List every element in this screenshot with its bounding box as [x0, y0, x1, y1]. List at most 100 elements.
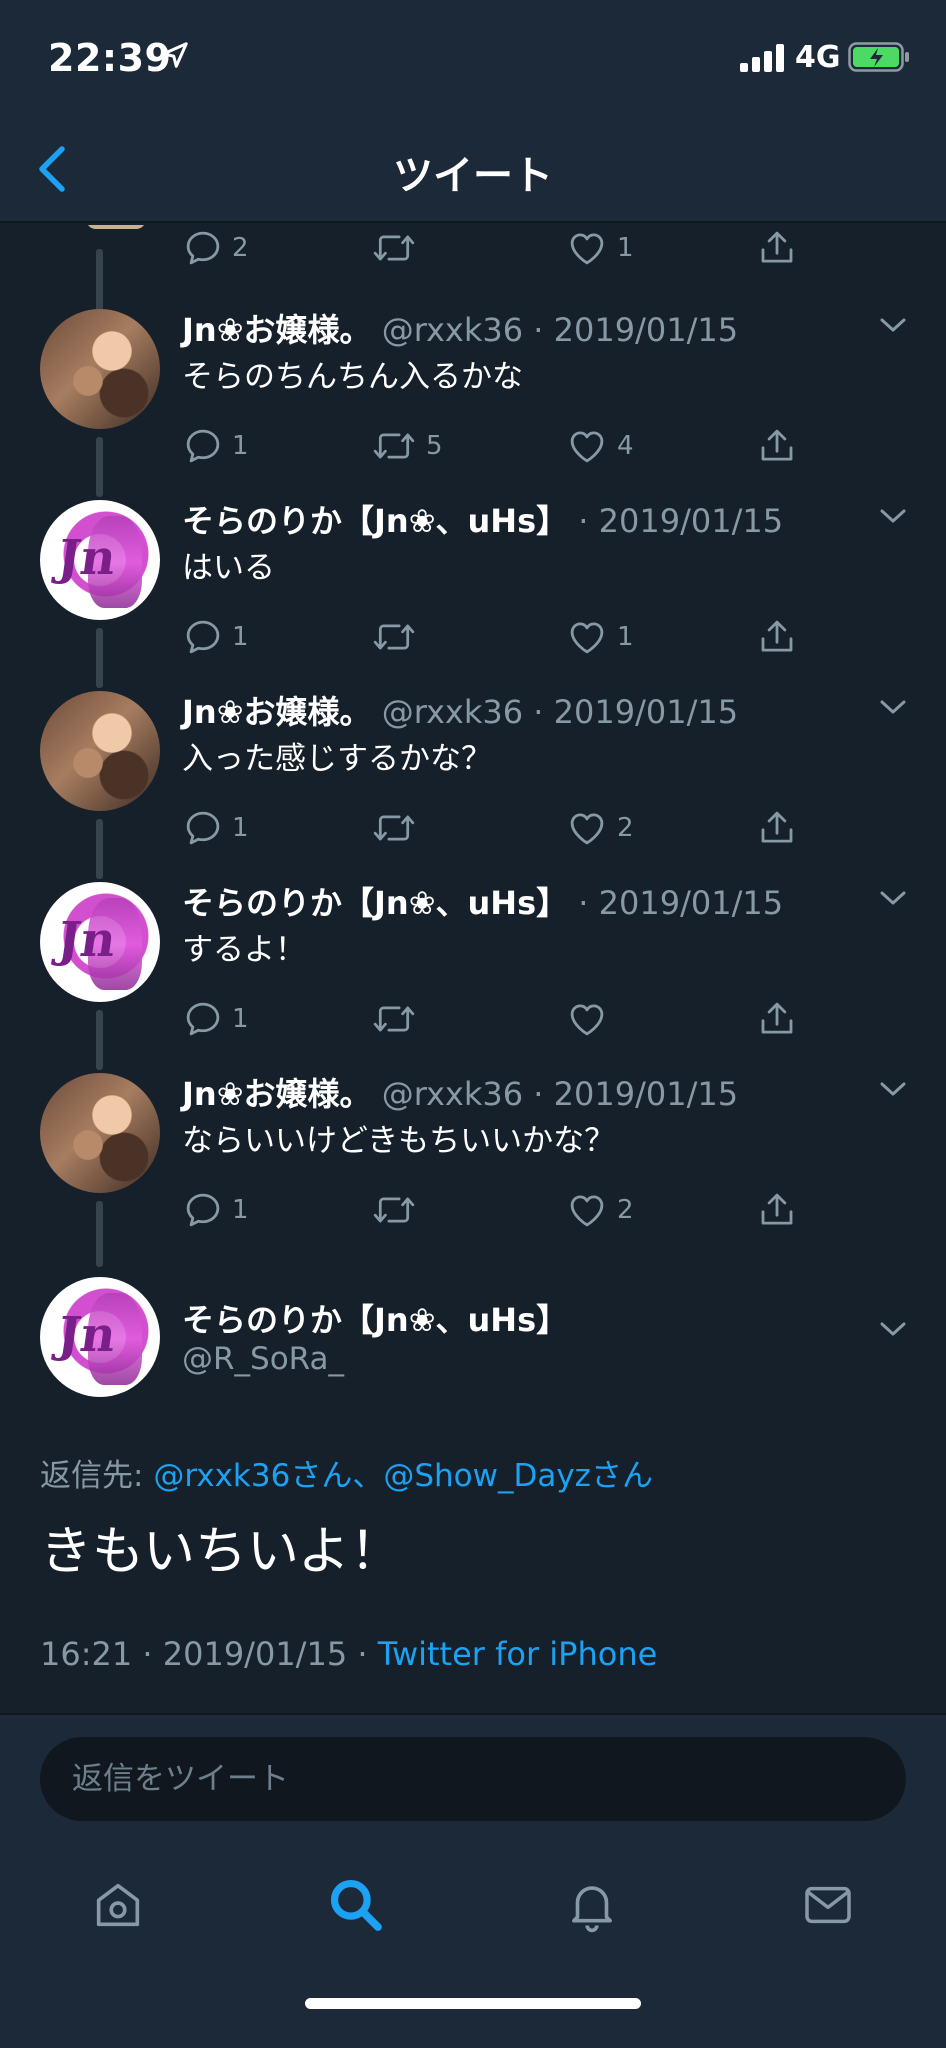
- chevron-down-icon[interactable]: [878, 1079, 908, 1099]
- like-count: 2: [617, 813, 634, 843]
- tweet-meta: · 2019/01/15: [578, 502, 784, 540]
- chevron-down-icon[interactable]: [878, 888, 908, 908]
- reply-to-users[interactable]: @rxxk36さん、@Show_Dayzさん: [153, 1458, 653, 1494]
- retweet-icon: [373, 624, 415, 650]
- tweet-actions: 1 5 4: [182, 423, 802, 473]
- like-count: 1: [617, 622, 634, 652]
- heart-icon: [570, 813, 604, 845]
- location-arrow-icon: [162, 42, 188, 68]
- user-name[interactable]: Jn❀お嬢様。: [182, 311, 372, 349]
- tab-search[interactable]: [316, 1865, 396, 1945]
- retweet-button[interactable]: [370, 996, 426, 1042]
- like-button[interactable]: 4: [565, 423, 634, 469]
- tweet-meta: · 2019/01/15: [578, 884, 784, 922]
- user-name[interactable]: Jn❀お嬢様。: [182, 1075, 372, 1113]
- share-button[interactable]: [756, 225, 798, 271]
- thread-line: [96, 1010, 103, 1070]
- chevron-down-icon[interactable]: [878, 697, 908, 717]
- tweet-meta: @rxxk36 · 2019/01/15: [381, 311, 739, 349]
- avatar[interactable]: Jn: [40, 882, 160, 1002]
- user-name[interactable]: Jn❀お嬢様。: [182, 693, 372, 731]
- share-button[interactable]: [756, 996, 798, 1042]
- retweet-button[interactable]: 5: [370, 423, 443, 469]
- chevron-down-icon[interactable]: [878, 506, 908, 526]
- status-bar: 22:39 4G: [0, 0, 946, 115]
- reply-icon: [186, 429, 220, 463]
- share-button[interactable]: [756, 423, 798, 469]
- reply-count: 1: [232, 1195, 249, 1225]
- tweet-meta: @rxxk36 · 2019/01/15: [381, 693, 739, 731]
- tab-messages[interactable]: [788, 1865, 868, 1945]
- reply-button[interactable]: 1: [182, 996, 249, 1042]
- like-button[interactable]: 1: [565, 614, 634, 660]
- retweet-button[interactable]: [370, 805, 426, 851]
- avatar[interactable]: Jn: [40, 500, 160, 620]
- main-avatar[interactable]: Jn: [40, 1277, 160, 1397]
- avatar-emblem: Jn: [54, 1307, 120, 1363]
- tweet-text: するよ！: [182, 932, 306, 968]
- retweet-count: 5: [426, 431, 443, 461]
- like-button[interactable]: [565, 996, 617, 1042]
- reply-to: 返信先: @rxxk36さん、@Show_Dayzさん: [40, 1450, 653, 1495]
- home-indicator[interactable]: [305, 1998, 641, 2009]
- reply-button[interactable]: 1: [182, 614, 249, 660]
- tweet-actions: 1 2: [182, 805, 802, 855]
- reply-count: 1: [232, 813, 249, 843]
- conversation-thread[interactable]: 2 1 Jn❀お嬢様。 @rxxk36 · 2019/01/15 そらのちんちん…: [0, 225, 946, 1713]
- like-count: 1: [617, 233, 634, 263]
- nav-bar: ツイート: [0, 115, 946, 223]
- retweet-icon: [373, 1197, 415, 1223]
- reply-input[interactable]: [40, 1737, 906, 1821]
- retweet-icon: [373, 235, 415, 261]
- network-type: 4G: [795, 40, 841, 75]
- like-count: 2: [617, 1195, 634, 1225]
- main-user-name[interactable]: そらのりか【Jn❀、uHs】: [182, 1295, 568, 1341]
- user-name[interactable]: そらのりか【Jn❀、uHs】: [182, 884, 568, 922]
- like-button[interactable]: 1: [565, 225, 634, 271]
- retweet-button[interactable]: [370, 1187, 426, 1233]
- reply-count: 1: [232, 1004, 249, 1034]
- avatar[interactable]: [40, 309, 160, 429]
- bell-icon: [572, 1886, 612, 1933]
- share-icon: [761, 231, 793, 263]
- retweet-button[interactable]: [370, 225, 426, 271]
- reply-count: 1: [232, 622, 249, 652]
- avatar[interactable]: [40, 691, 160, 811]
- tweet-text: はいる: [182, 550, 275, 586]
- reply-button[interactable]: 1: [182, 423, 249, 469]
- timestamp-text: 16:21 · 2019/01/15 ·: [40, 1635, 378, 1673]
- tweet-header: Jn❀お嬢様。 @rxxk36 · 2019/01/15: [182, 687, 738, 733]
- heart-icon: [570, 1004, 604, 1036]
- like-button[interactable]: 2: [565, 805, 634, 851]
- main-user-handle[interactable]: @R_SoRa_: [182, 1341, 344, 1377]
- reply-count: 2: [232, 233, 249, 263]
- like-button[interactable]: 2: [565, 1187, 634, 1233]
- reply-button[interactable]: 1: [182, 805, 249, 851]
- like-count: 4: [617, 431, 634, 461]
- reply-to-label: 返信先:: [40, 1458, 154, 1494]
- heart-icon: [570, 233, 604, 265]
- source-link[interactable]: Twitter for iPhone: [378, 1635, 658, 1673]
- avatar[interactable]: [40, 1073, 160, 1193]
- tweet-text: ならいいけどきもちいいかな？: [182, 1123, 616, 1159]
- signal-icon: [740, 44, 784, 72]
- tweet-header: そらのりか【Jn❀、uHs】 · 2019/01/15: [182, 878, 783, 924]
- share-button[interactable]: [756, 614, 798, 660]
- tab-home[interactable]: [78, 1865, 158, 1945]
- reply-button[interactable]: 1: [182, 1187, 249, 1233]
- thread-line: [96, 628, 103, 688]
- home-icon: [96, 1883, 140, 1927]
- thread-line: [96, 1201, 103, 1267]
- chevron-down-icon[interactable]: [878, 315, 908, 335]
- reply-icon: [186, 1193, 220, 1227]
- tab-notifications[interactable]: [552, 1865, 632, 1945]
- chevron-down-icon[interactable]: [878, 1319, 908, 1339]
- retweet-button[interactable]: [370, 614, 426, 660]
- user-name[interactable]: そらのりか【Jn❀、uHs】: [182, 502, 568, 540]
- retweet-icon: [373, 815, 415, 841]
- search-icon: [330, 1879, 382, 1931]
- reply-button[interactable]: 2: [182, 225, 249, 271]
- share-button[interactable]: [756, 1187, 798, 1233]
- tweet-timestamp: 16:21 · 2019/01/15 · Twitter for iPhone: [40, 1635, 657, 1673]
- share-button[interactable]: [756, 805, 798, 851]
